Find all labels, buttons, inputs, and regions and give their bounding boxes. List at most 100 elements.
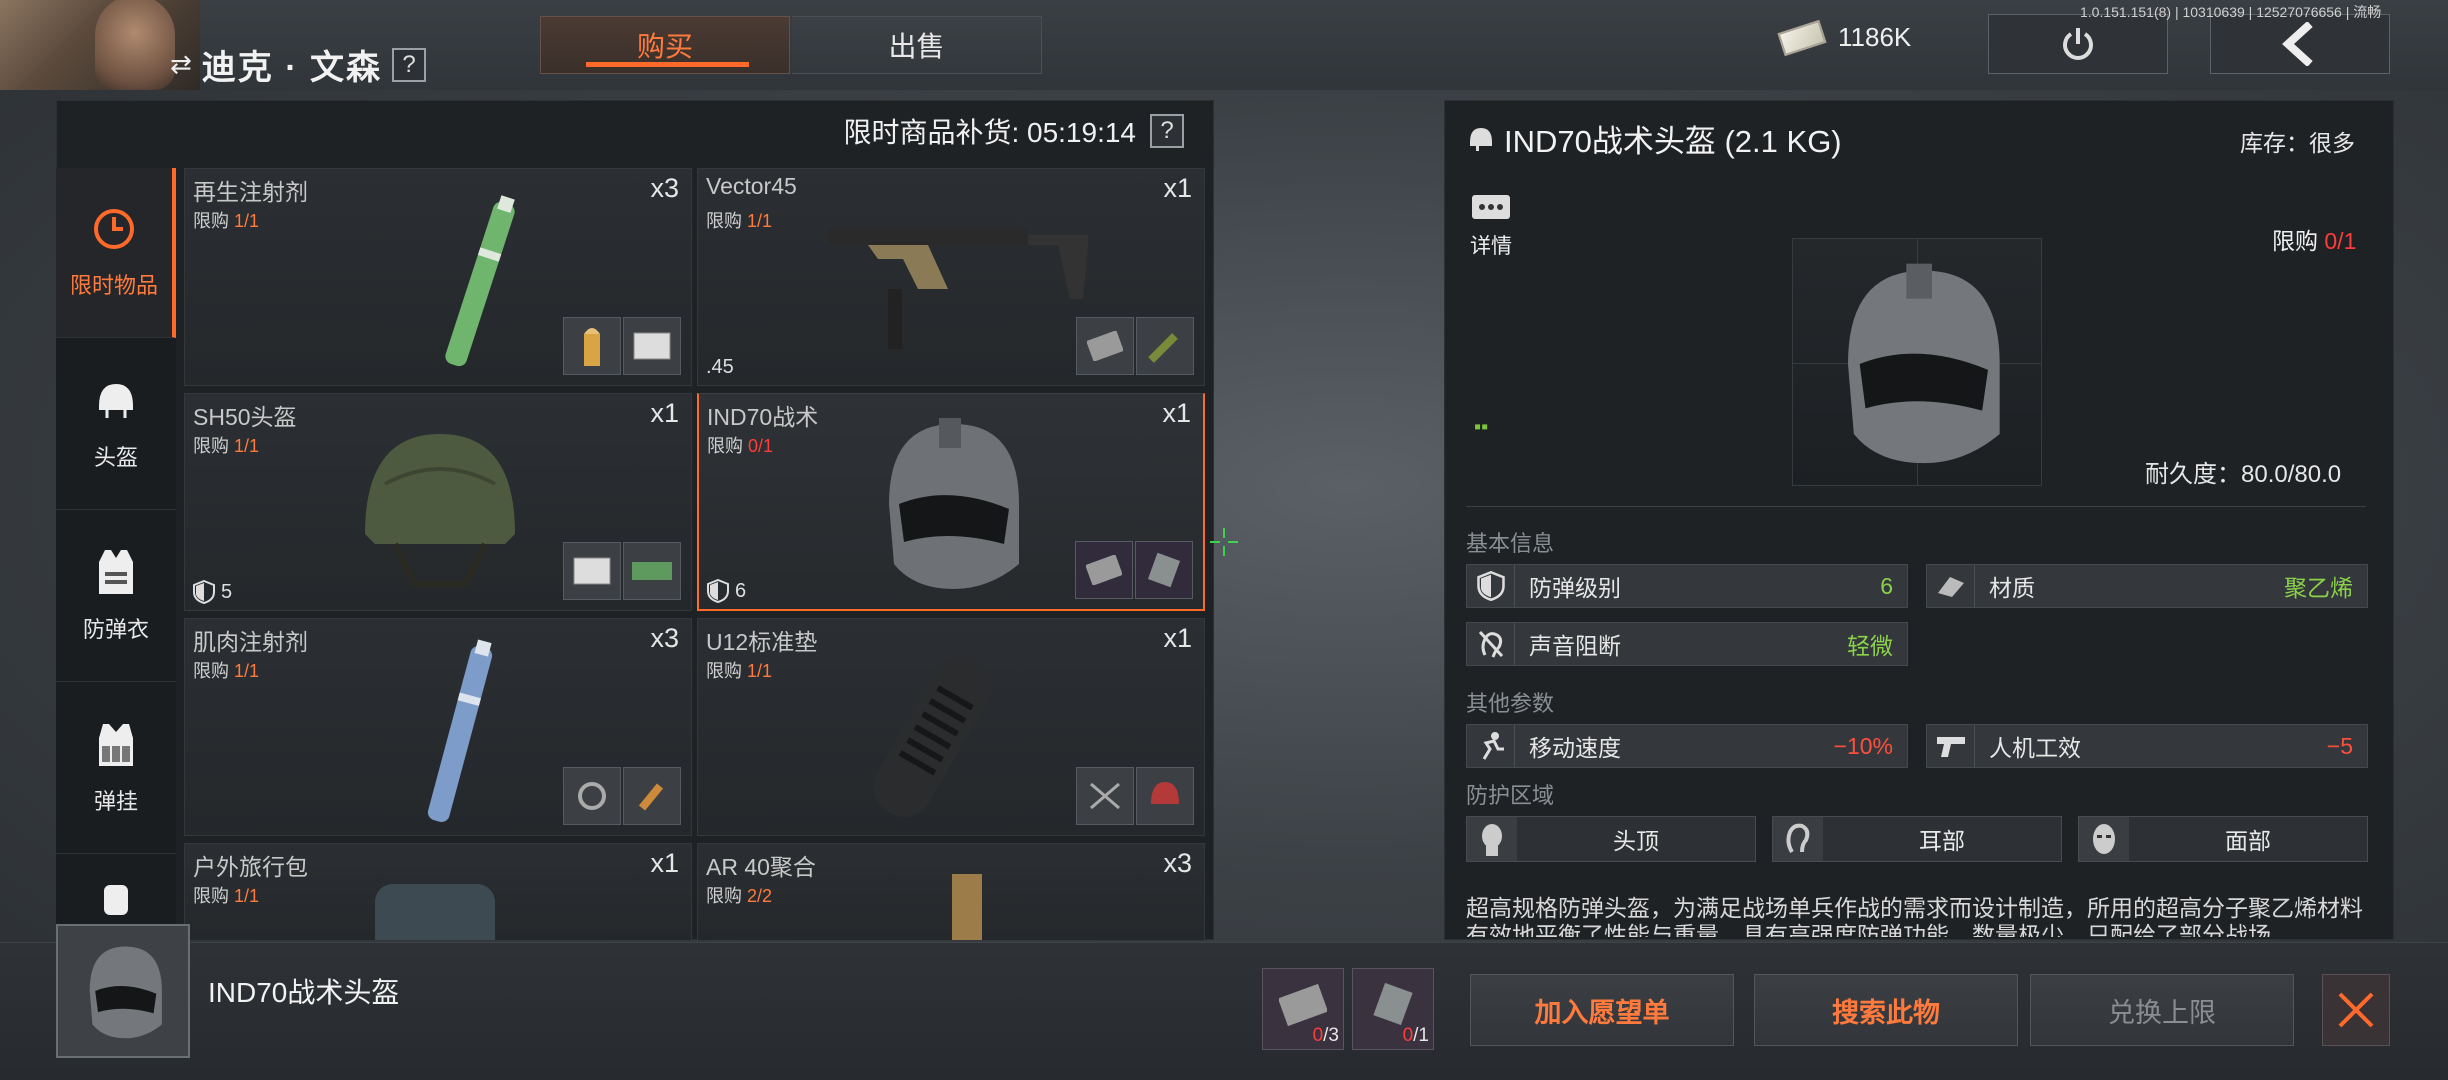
req-cable-icon[interactable]	[563, 767, 621, 825]
selected-item-thumbnail	[56, 924, 190, 1058]
face-icon	[2093, 824, 2115, 854]
exchange-limit-button[interactable]: 兑换上限	[2030, 974, 2294, 1046]
req-flashlight-icon[interactable]	[623, 767, 681, 825]
cost-item-1[interactable]: 0/3	[1262, 968, 1344, 1050]
category-chest-rig[interactable]: 弹挂	[56, 684, 176, 854]
stat-move-speed: 移动速度 −10%	[1466, 724, 1908, 768]
character-help-button[interactable]: ?	[392, 47, 427, 82]
restock-timer: 限时商品补货: 05:19:14 ?	[56, 108, 1196, 154]
category-limited[interactable]: 限时物品	[56, 168, 176, 338]
item-limit: 限购 0/1	[707, 436, 774, 456]
ear-icon	[1786, 823, 1810, 854]
shop-item-u12-pad[interactable]: U12标准垫 限购 1/1 x1	[697, 618, 1205, 836]
shop-item-ind70-helmet[interactable]: IND70战术 限购 0/1 x1 6	[697, 393, 1205, 611]
chest-rig-icon	[99, 723, 133, 766]
head-top-icon	[1482, 824, 1502, 856]
character-switch[interactable]: ⇄ 迪克 · 文森 ?	[170, 40, 427, 89]
category-label: 限时物品	[69, 272, 158, 298]
tactical-helmet-image	[889, 418, 1019, 589]
stat-material: 材质 聚乙烯	[1926, 564, 2368, 608]
grid-size-icon: ▪▪	[1474, 416, 1489, 438]
purchase-limit: 限购 0/1	[2272, 228, 2357, 254]
version-info: 1.0.151.151(8) | 10310639 | 12527076656 …	[2080, 4, 2382, 20]
shop-item-travel-backpack[interactable]: 户外旅行包 限购 1/1 x1	[184, 843, 692, 941]
req-helmet-icon[interactable]	[1136, 767, 1194, 825]
shop-item-sh50-helmet[interactable]: SH50头盔 限购 1/1 x1 5	[184, 393, 692, 611]
shop-item-muscle-injector[interactable]: 肌肉注射剂 限购 1/1 x3	[184, 618, 692, 836]
req-device-icon[interactable]	[1135, 541, 1193, 599]
device-icon	[1373, 982, 1413, 1026]
req-wires-icon[interactable]	[1076, 767, 1134, 825]
backpack-image	[375, 884, 495, 940]
add-wishlist-button[interactable]: 加入愿望单	[1470, 974, 1734, 1046]
swap-icon[interactable]: ⇄	[170, 49, 192, 80]
power-button[interactable]	[1988, 14, 2168, 74]
req-tablet-icon[interactable]	[563, 542, 621, 600]
zone-face: 面部	[2078, 816, 2368, 862]
shop-item-regen-injector[interactable]: 再生注射剂 限购 1/1 x3	[184, 168, 692, 386]
category-list: 限时物品 头盔 防弹衣 弹挂	[56, 168, 176, 938]
req-tablet-icon[interactable]	[623, 317, 681, 375]
cash-icon	[1777, 19, 1827, 56]
shield-icon	[193, 580, 215, 604]
restock-help-button[interactable]: ?	[1150, 114, 1184, 148]
stat-sound-block: 声音阻断 轻微	[1466, 622, 1908, 666]
restock-label: 限时商品补货: 05:19:14	[843, 117, 1136, 148]
material-icon	[1937, 577, 1964, 597]
section-basic-info: 基本信息	[1466, 531, 1555, 556]
category-label: 弹挂	[93, 788, 138, 814]
back-button[interactable]	[2210, 14, 2390, 74]
green-helmet-image	[365, 434, 515, 587]
shop-item-ar40-mag[interactable]: AR 40聚合 限购 2/2 x3	[697, 843, 1205, 941]
tab-sell[interactable]: 出售	[792, 16, 1042, 74]
case-icon	[1279, 983, 1327, 1027]
shop-item-vector45[interactable]: Vector45 限购 1/1 x1 .45	[697, 168, 1205, 386]
tab-sell-label: 出售	[888, 31, 945, 62]
item-caliber: .45	[706, 356, 734, 378]
category-helmet[interactable]: 头盔	[56, 340, 176, 510]
item-limit: 限购 1/1	[193, 211, 260, 231]
item-limit: 限购 1/1	[193, 436, 260, 456]
req-cash-icon[interactable]	[623, 542, 681, 600]
selected-item-name: IND70战术头盔	[208, 977, 400, 1008]
helmet-icon	[99, 383, 133, 418]
item-limit: 限购 1/1	[193, 661, 260, 681]
item-quantity: x3	[650, 173, 679, 203]
req-case-icon[interactable]	[1076, 317, 1134, 375]
item-armor-class: 5	[193, 580, 232, 604]
character-name: 迪克 · 文森	[201, 49, 383, 87]
details-button[interactable]: 详情	[1470, 194, 1512, 260]
syringe-image	[427, 639, 493, 822]
item-name: 户外旅行包	[193, 854, 308, 880]
shield-icon	[707, 579, 729, 603]
category-label: 头盔	[93, 444, 138, 470]
backpack-icon	[104, 885, 128, 915]
item-limit: 限购 2/2	[706, 886, 773, 906]
item-name: SH50头盔	[193, 404, 297, 430]
item-quantity: x1	[1162, 398, 1191, 428]
item-quantity: x1	[1163, 623, 1192, 653]
section-other-params: 其他参数	[1466, 691, 1555, 716]
details-label: 详情	[1470, 235, 1512, 258]
search-item-button[interactable]: 搜索此物	[1754, 974, 2018, 1046]
chat-dots-icon	[1472, 195, 1510, 219]
item-description: 超高规格防弹头盔，为满足战场单兵作战的需求而设计制造，所用的超高分子聚乙烯材料有…	[1466, 895, 2363, 937]
tab-buy[interactable]: 购买	[540, 16, 790, 74]
syringe-image	[445, 195, 515, 367]
category-label: 防弹衣	[82, 616, 149, 642]
req-ammo-icon[interactable]	[563, 317, 621, 375]
ear-block-icon	[1478, 630, 1503, 658]
cost-item-2[interactable]: 0/1	[1352, 968, 1434, 1050]
magazine-image	[952, 874, 982, 940]
item-limit: 限购 1/1	[706, 661, 773, 681]
close-button[interactable]	[2322, 974, 2390, 1046]
category-vest[interactable]: 防弹衣	[56, 512, 176, 682]
detail-panel	[1444, 100, 2394, 940]
item-limit: 限购 1/1	[706, 211, 773, 231]
req-case-icon[interactable]	[1075, 541, 1133, 599]
shield-icon	[1476, 571, 1505, 601]
clock-icon	[94, 208, 134, 249]
zone-ear: 耳部	[1772, 816, 2062, 862]
close-icon	[2338, 992, 2374, 1028]
req-tool-icon[interactable]	[1136, 317, 1194, 375]
